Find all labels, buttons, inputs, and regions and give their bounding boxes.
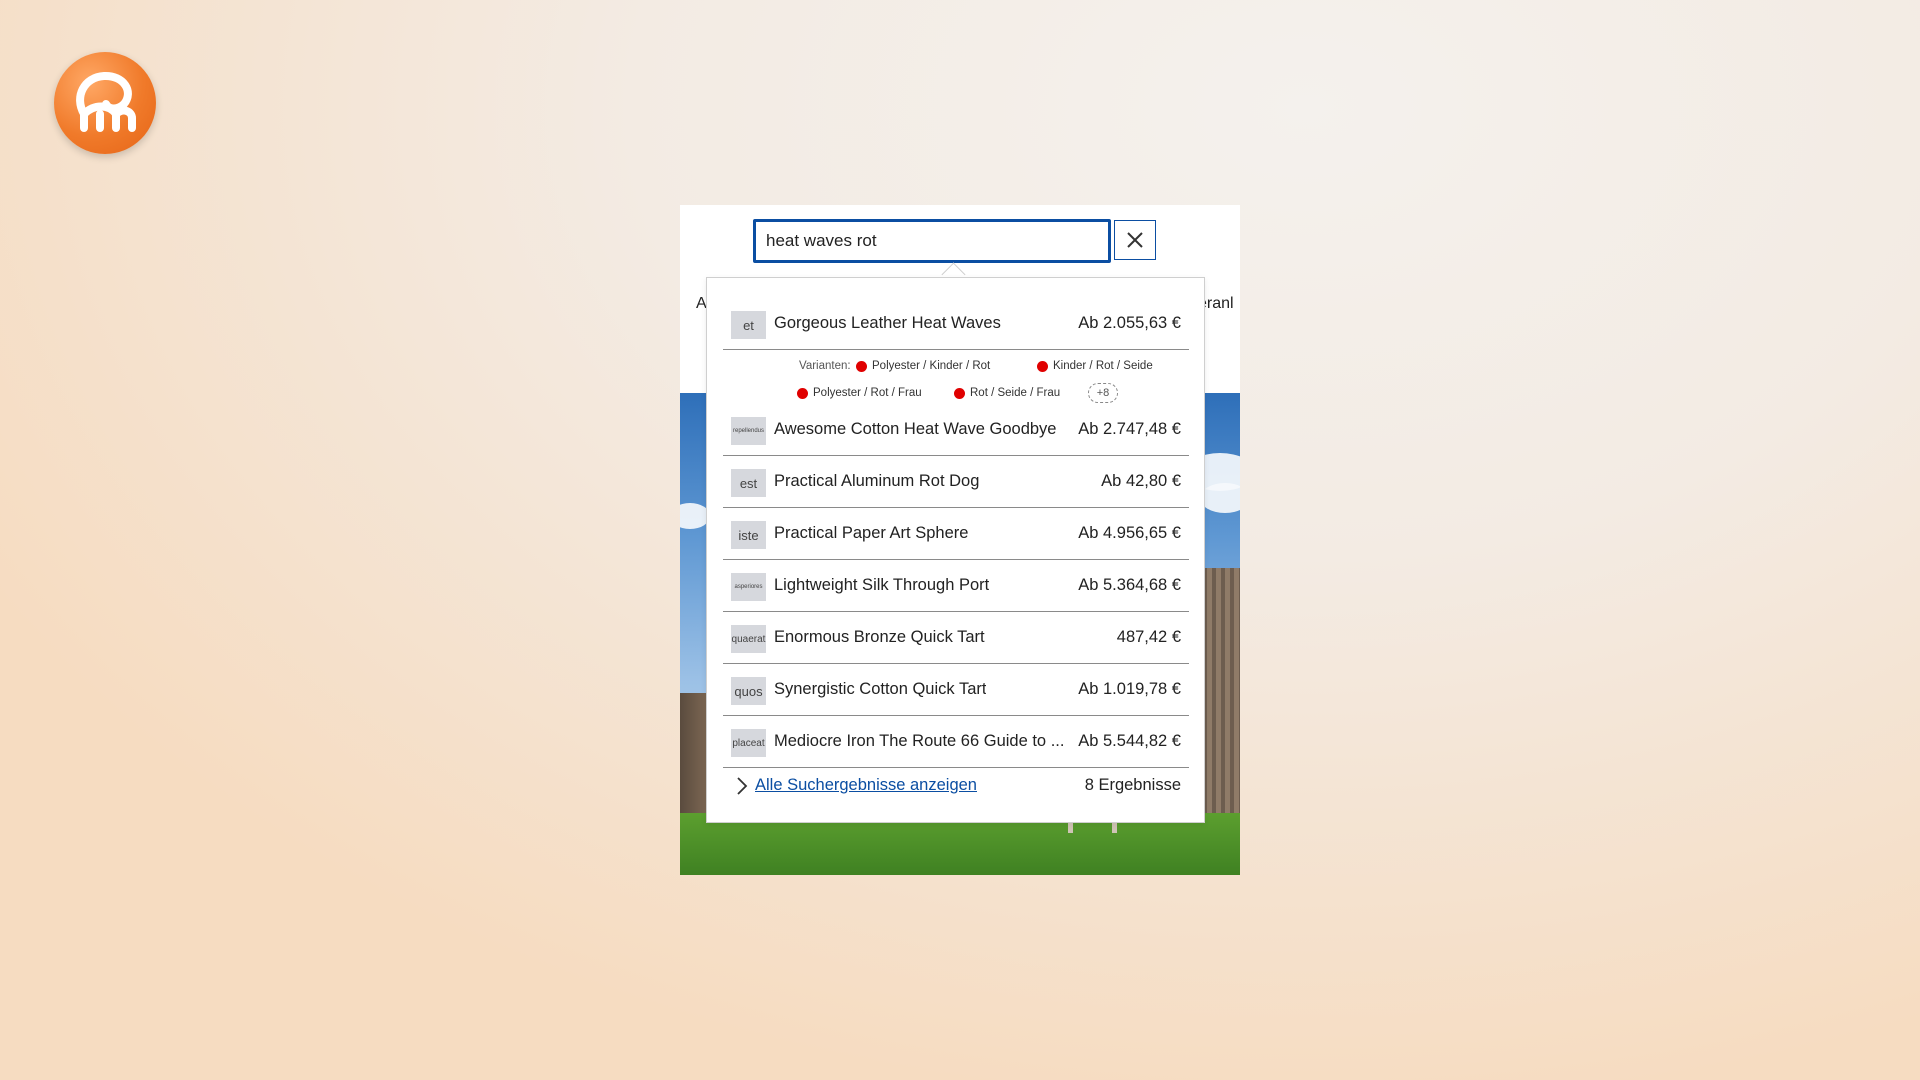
product-name: Practical Paper Art Sphere — [774, 524, 969, 542]
product-name: Awesome Cotton Heat Wave Goodbye — [774, 420, 1057, 438]
product-thumbnail: quaerat — [731, 625, 766, 653]
product-thumbnail: repellendus — [731, 417, 766, 445]
product-price: Ab 2.055,63 € — [1078, 314, 1181, 332]
result-item[interactable]: repellendus Awesome Cotton Heat Wave Goo… — [723, 404, 1189, 456]
variants-label: Varianten: — [799, 360, 851, 372]
product-thumbnail: iste — [731, 521, 766, 549]
color-dot-icon — [954, 387, 965, 399]
result-item[interactable]: asperiores Lightweight Silk Through Port… — [723, 560, 1189, 612]
product-thumbnail: quos — [731, 677, 766, 705]
product-name: Enormous Bronze Quick Tart — [774, 628, 985, 646]
product-price: Ab 2.747,48 € — [1078, 420, 1181, 438]
brand-logo[interactable] — [54, 52, 156, 154]
result-item[interactable]: est Practical Aluminum Rot Dog Ab 42,80 … — [723, 456, 1189, 508]
variant-chip[interactable]: Polyester / Kinder / Rot — [856, 356, 990, 376]
variant-label: Rot / Seide / Frau — [970, 387, 1061, 399]
search-results-footer: Alle Suchergebnisse anzeigen 8 Ergebniss… — [723, 766, 1189, 806]
result-item[interactable]: placeat Mediocre Iron The Route 66 Guide… — [723, 716, 1189, 768]
search-input[interactable] — [753, 219, 1111, 263]
product-name: Lightweight Silk Through Port — [774, 576, 990, 594]
variant-list: Varianten: Polyester / Kinder / Rot Kind… — [723, 344, 1189, 403]
product-thumbnail: et — [731, 311, 766, 339]
search-suggestions-dropdown: et Gorgeous Leather Heat Waves Ab 2.055,… — [706, 277, 1205, 823]
variant-chip[interactable]: Rot / Seide / Frau — [954, 383, 1060, 403]
product-price: Ab 4.956,65 € — [1078, 524, 1181, 542]
product-name: Gorgeous Leather Heat Waves — [774, 314, 1001, 332]
result-item[interactable]: quos Synergistic Cotton Quick Tart Ab 1.… — [723, 664, 1189, 716]
product-price: Ab 5.364,68 € — [1078, 576, 1181, 594]
product-price: Ab 5.544,82 € — [1078, 732, 1181, 750]
product-name: Synergistic Cotton Quick Tart — [774, 680, 987, 698]
more-variants-badge[interactable]: +8 — [1088, 383, 1118, 403]
variant-label: Polyester / Rot / Frau — [813, 387, 922, 399]
variant-chip[interactable]: Kinder / Rot / Seide — [1037, 356, 1153, 376]
result-count: 8 Ergebnisse — [1084, 776, 1181, 794]
result-item[interactable]: quaerat Enormous Bronze Quick Tart 487,4… — [723, 612, 1189, 664]
product-thumbnail: est — [731, 469, 766, 497]
product-price: Ab 1.019,78 € — [1078, 680, 1181, 698]
result-item[interactable]: iste Practical Paper Art Sphere Ab 4.956… — [723, 508, 1189, 560]
product-thumbnail: placeat — [731, 729, 766, 757]
chevron-right-icon — [737, 777, 748, 795]
clear-search-button[interactable] — [1114, 220, 1156, 260]
product-name: Mediocre Iron The Route 66 Guide to ... — [774, 732, 1065, 750]
variant-chip[interactable]: Polyester / Rot / Frau — [797, 383, 922, 403]
color-dot-icon — [856, 360, 867, 372]
result-item[interactable]: et Gorgeous Leather Heat Waves Ab 2.055,… — [723, 298, 1189, 350]
close-icon — [1127, 232, 1143, 248]
color-dot-icon — [1037, 360, 1048, 372]
variant-label: Polyester / Kinder / Rot — [872, 360, 991, 372]
product-name: Practical Aluminum Rot Dog — [774, 472, 980, 490]
logo-mark-icon — [76, 72, 136, 132]
color-dot-icon — [797, 387, 808, 399]
product-price: 487,42 € — [1116, 628, 1181, 646]
all-results-link[interactable]: Alle Suchergebnisse anzeigen — [755, 776, 977, 795]
product-price: Ab 42,80 € — [1101, 472, 1181, 490]
variant-label: Kinder / Rot / Seide — [1053, 360, 1153, 372]
product-thumbnail: asperiores — [731, 573, 766, 601]
